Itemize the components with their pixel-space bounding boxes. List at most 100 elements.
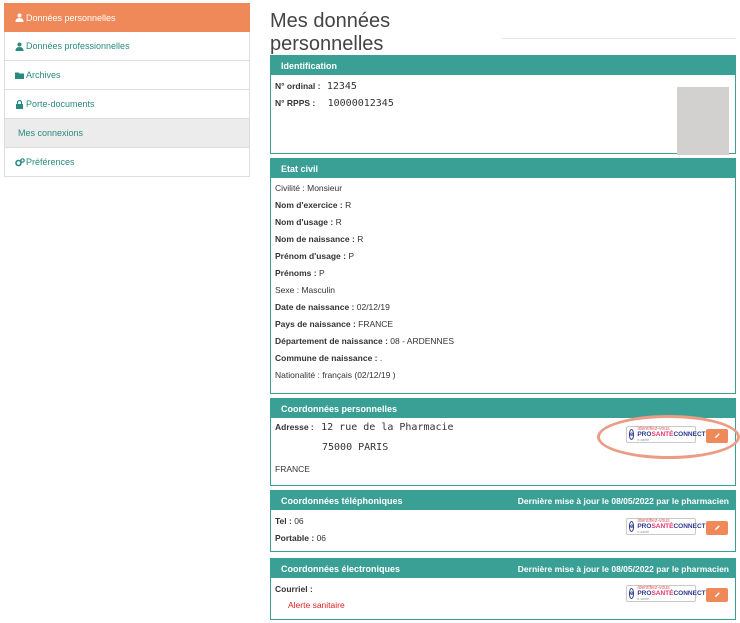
ordinal-label: N° ordinal : (275, 81, 321, 91)
sidebar-item-archives[interactable]: Archives (4, 61, 250, 90)
field-label: Prénoms : (275, 268, 317, 278)
etat-civil-row: Nom de naissance : R (275, 234, 363, 244)
mobile-row: Portable : 06 (275, 533, 326, 543)
gears-icon (15, 157, 25, 167)
sidebar-item-label: Données professionnelles (26, 41, 130, 51)
mobile-label: Portable : (275, 533, 315, 543)
psc-bottom-text: e-santé (637, 529, 650, 534)
psc-bottom-text: e-santé (637, 596, 650, 601)
address-row: Adresse : 12 rue de la Pharmacie (275, 422, 454, 433)
pro-sante-connect-text: Identifiez-vous PROSANTÉCONNECT e-santé (637, 519, 705, 534)
sidebar-item-donnees-professionnelles[interactable]: Données professionnelles (4, 32, 250, 61)
panel-header: Coordonnées téléphoniques Dernière mise … (271, 491, 735, 510)
etat-civil-row: Nationalité : français (02/12/19 ) (275, 370, 396, 380)
sidebar-item-label: Données personnelles (26, 12, 116, 23)
field-value: P (316, 268, 325, 278)
address-line2: 75000 PARIS (322, 442, 389, 453)
field-label: Nom de naissance : (275, 234, 355, 244)
etat-civil-row: Département de naissance : 08 - ARDENNES (275, 336, 454, 346)
field-label: Pays de naissance : (275, 319, 356, 329)
highlight-ellipse (597, 415, 740, 459)
etat-civil-row: Prénoms : P (275, 268, 325, 278)
pro-sante-connect-logo-icon: e (629, 521, 635, 532)
pencil-icon (714, 523, 721, 533)
last-update-text: Dernière mise à jour le 08/05/2022 par l… (517, 563, 729, 574)
pencil-icon (714, 590, 721, 600)
rpps-value: 10000012345 (327, 98, 394, 109)
lock-icon (15, 99, 24, 109)
address-line1: 12 rue de la Pharmacie (321, 422, 454, 433)
field-label: Civilité : (275, 183, 305, 193)
field-label: Sexe : (275, 285, 300, 295)
psc-pro: PRO (637, 590, 652, 597)
pro-sante-connect-button[interactable]: e Identifiez-vous PROSANTÉCONNECT e-santé (626, 518, 706, 535)
field-value: P (345, 251, 355, 261)
email-label: Courriel : (275, 584, 313, 594)
photo-placeholder (677, 87, 729, 155)
psc-connect: CONNECT (673, 523, 706, 530)
sidebar-item-label: Porte-documents (26, 99, 95, 109)
sidebar: Données personnelles Données professionn… (4, 3, 250, 177)
field-value: 02/12/19 (354, 302, 390, 312)
sidebar-item-label: Archives (26, 70, 61, 80)
field-label: Commune de naissance : (275, 353, 378, 363)
field-value: Masculin (299, 285, 336, 295)
etat-civil-panel: Etat civil Civilité : Monsieur Nom d'exer… (270, 158, 736, 394)
psc-pro: PRO (637, 523, 652, 530)
identification-panel: Identification N° ordinal : 12345 N° RPP… (270, 55, 736, 155)
etat-civil-row: Pays de naissance : FRANCE (275, 319, 393, 329)
edit-button[interactable] (706, 521, 728, 535)
sidebar-item-label: Mes connexions (18, 128, 84, 138)
mobile-value: 06 (314, 533, 327, 543)
rpps-label: N° RPPS : (275, 98, 316, 108)
psc-connect: CONNECT (673, 590, 706, 597)
field-value: 08 - ARDENNES (387, 336, 455, 346)
sidebar-item-porte-documents[interactable]: Porte-documents (4, 90, 250, 119)
ordinal-value: 12345 (326, 81, 357, 92)
coordonnees-personnelles-title: Coordonnées personnelles (281, 403, 398, 414)
etat-civil-row: Nom d'exercice : R (275, 200, 351, 210)
field-value: Monsieur (304, 183, 343, 193)
sidebar-item-mes-connexions[interactable]: Mes connexions (4, 119, 250, 148)
field-label: Prénom d'usage : (275, 251, 346, 261)
etat-civil-row: Date de naissance : 02/12/19 (275, 302, 390, 312)
field-label: Nationalité : (275, 370, 320, 380)
panel-header: Etat civil (271, 159, 735, 178)
field-label: Date de naissance : (275, 302, 355, 312)
sidebar-item-donnees-personnelles[interactable]: Données personnelles (4, 3, 250, 32)
user-icon (15, 13, 24, 22)
field-label: Nom d'usage : (275, 217, 334, 227)
address-country: FRANCE (275, 464, 310, 474)
last-update-text: Dernière mise à jour le 08/05/2022 par l… (517, 495, 729, 506)
title-divider (502, 38, 736, 39)
etat-civil-row: Civilité : Monsieur (275, 183, 342, 193)
ordinal-row: N° ordinal : 12345 (275, 81, 357, 92)
sidebar-item-preferences[interactable]: Préférences (4, 148, 250, 177)
user-icon (15, 42, 24, 51)
alerte-sanitaire-text: Alerte sanitaire (288, 600, 345, 610)
field-value: FRANCE (355, 319, 394, 329)
panel-header: Identification (271, 56, 735, 75)
etat-civil-row: Nom d'usage : R (275, 217, 342, 227)
etat-civil-row: Commune de naissance : . (275, 353, 382, 363)
coordonnees-telephoniques-title: Coordonnées téléphoniques (281, 495, 403, 506)
sidebar-item-label: Préférences (26, 157, 75, 167)
etat-civil-row: Prénom d'usage : P (275, 251, 354, 261)
field-label: Nom d'exercice : (275, 200, 343, 210)
pro-sante-connect-text: Identifiez-vous PROSANTÉCONNECT e-santé (637, 586, 705, 601)
field-value: français (02/12/19 ) (319, 370, 396, 380)
email-row: Courriel : (275, 584, 313, 594)
tel-value: 06 (291, 516, 304, 526)
edit-button[interactable] (706, 588, 728, 602)
pro-sante-connect-button[interactable]: e Identifiez-vous PROSANTÉCONNECT e-santé (626, 585, 706, 602)
address-label: Adresse : (275, 422, 314, 432)
rpps-row: N° RPPS : 10000012345 (275, 98, 394, 109)
field-value: R (354, 234, 364, 244)
tel-row: Tel : 06 (275, 516, 304, 526)
field-value: R (342, 200, 352, 210)
pro-sante-connect-logo-icon: e (629, 588, 635, 599)
coordonnees-electroniques-title: Coordonnées électroniques (281, 563, 401, 574)
etat-civil-title: Etat civil (281, 163, 319, 174)
psc-sante: SANTÉ (651, 523, 674, 530)
identification-title: Identification (281, 60, 337, 71)
